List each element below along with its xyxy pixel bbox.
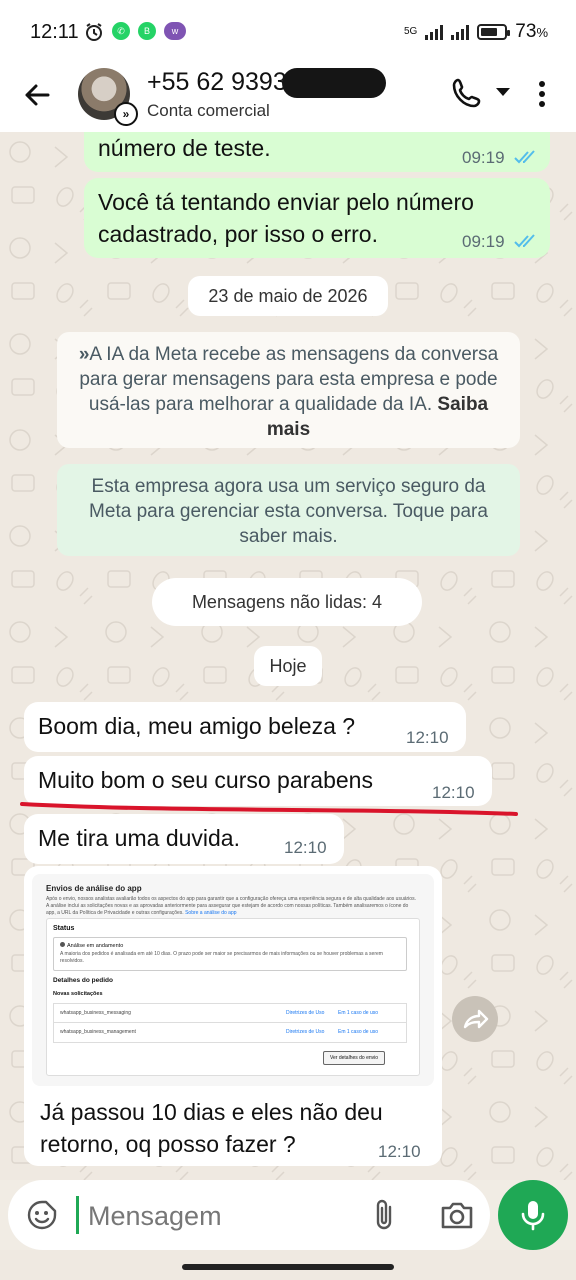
status-bar: 12:11 ✆ B w 5G 73% bbox=[0, 0, 576, 64]
table-row: whatsapp_business_messaging Diretrizes d… bbox=[54, 1004, 406, 1023]
signal-icon-2 bbox=[451, 24, 470, 40]
woo-icon: w bbox=[164, 22, 186, 40]
read-receipt-icon bbox=[514, 234, 535, 248]
row-permission: whatsapp_business_messaging bbox=[60, 1010, 131, 1016]
forward-button[interactable] bbox=[452, 996, 498, 1042]
more-options-icon[interactable] bbox=[538, 80, 546, 108]
battery-percent: 73% bbox=[515, 21, 548, 43]
message-time: 09:19 bbox=[462, 232, 505, 251]
attach-clip-icon[interactable] bbox=[370, 1198, 400, 1232]
row-permission: whatsapp_business_management bbox=[60, 1029, 136, 1035]
battery-value: 73 bbox=[515, 21, 537, 42]
shot-card: Status Análise em andamento A maioria do… bbox=[46, 918, 420, 1076]
shot-status-label: Análise em andamento bbox=[60, 942, 123, 949]
incoming-message[interactable]: Muito bom o seu curso parabens bbox=[24, 756, 492, 806]
message-time: 12:10 bbox=[284, 838, 327, 857]
battery-unit: % bbox=[536, 25, 548, 40]
row-policy-link[interactable]: Diretrizes de Uso bbox=[286, 1029, 324, 1035]
forward-icon bbox=[463, 1009, 489, 1029]
signal-icon bbox=[425, 24, 444, 40]
back-arrow-icon[interactable] bbox=[20, 78, 54, 112]
message-time: 09:19 bbox=[462, 148, 505, 167]
business-ai-badge-icon: » bbox=[114, 102, 138, 126]
contact-name[interactable]: +55 62 9393 bbox=[147, 68, 287, 97]
message-text: Muito bom o seu curso parabens bbox=[38, 767, 373, 793]
message-caption: Já passou 10 dias e eles não deu retorno… bbox=[40, 1099, 383, 1157]
message-time: 12:10 bbox=[378, 1142, 421, 1161]
row-cases-link[interactable]: Em 1 caso de uso bbox=[338, 1010, 378, 1016]
gesture-home-bar[interactable] bbox=[182, 1264, 394, 1270]
call-dropdown-icon[interactable] bbox=[496, 88, 510, 96]
shot-status-box: Análise em andamento A maioria dos pedid… bbox=[53, 937, 407, 971]
microphone-icon bbox=[521, 1201, 545, 1231]
message-text: número de teste. bbox=[98, 135, 271, 161]
shot-status-heading: Status bbox=[53, 925, 75, 932]
voice-message-button[interactable] bbox=[498, 1180, 568, 1250]
message-text: Boom dia, meu amigo beleza ? bbox=[38, 713, 356, 739]
status-time: 12:11 bbox=[30, 21, 79, 43]
chat-header: » +55 62 9393 Conta comercial bbox=[0, 64, 576, 132]
contact-subtitle[interactable]: Conta comercial bbox=[147, 101, 270, 121]
text-cursor bbox=[76, 1196, 79, 1234]
meta-ai-notice-text: A IA da Meta recebe as mensagens da conv… bbox=[79, 344, 499, 415]
secure-service-notice[interactable]: Esta empresa agora usa um serviço seguro… bbox=[57, 464, 520, 556]
shot-status-detail: A maioria dos pedidos é analisada em até… bbox=[60, 951, 383, 964]
phone-call-icon[interactable] bbox=[450, 76, 484, 110]
incoming-message[interactable]: Boom dia, meu amigo beleza ? bbox=[24, 702, 466, 752]
shared-screenshot-image[interactable]: Envios de análise do app Após o envio, n… bbox=[32, 874, 434, 1086]
shot-intro-link[interactable]: Sobre a análise do app bbox=[185, 910, 236, 916]
shot-new-requests-heading: Novas solicitações bbox=[53, 991, 103, 997]
today-pill: Hoje bbox=[254, 646, 322, 686]
row-policy-link[interactable]: Diretrizes de Uso bbox=[286, 1010, 324, 1016]
shot-table: whatsapp_business_messaging Diretrizes d… bbox=[53, 1003, 407, 1043]
message-composer bbox=[8, 1180, 490, 1250]
unread-messages-pill: Mensagens não lidas: 4 bbox=[152, 578, 422, 626]
read-receipt-icon bbox=[514, 150, 535, 164]
meta-ai-icon: » bbox=[78, 344, 90, 365]
shot-view-details-button[interactable]: Ver detalhes do envio bbox=[323, 1051, 385, 1065]
status-app-icons: ✆ B w bbox=[84, 22, 186, 42]
network-label: 5G bbox=[403, 26, 418, 37]
shot-title: Envios de análise do app bbox=[46, 884, 142, 893]
redaction-mark bbox=[282, 68, 386, 98]
clock-icon bbox=[86, 23, 102, 41]
row-cases-link[interactable]: Em 1 caso de uso bbox=[338, 1029, 378, 1035]
table-row: whatsapp_business_management Diretrizes … bbox=[54, 1023, 406, 1041]
message-input[interactable] bbox=[86, 1196, 370, 1236]
shot-intro: Após o envio, nossos analistas avaliarão… bbox=[46, 896, 418, 917]
status-check-icon bbox=[60, 942, 65, 947]
shot-details-heading: Detalhes do pedido bbox=[53, 977, 113, 984]
battery-icon bbox=[477, 24, 511, 40]
meta-ai-notice[interactable]: »A IA da Meta recebe as mensagens da con… bbox=[57, 332, 520, 448]
status-right: 5G 73% bbox=[404, 21, 548, 43]
whatsapp-business-icon: B bbox=[138, 22, 156, 40]
shot-status-label-text: Análise em andamento bbox=[67, 943, 124, 949]
camera-icon[interactable] bbox=[440, 1200, 474, 1230]
chat-area[interactable]: número de teste. 09:19 Você tá tentando … bbox=[0, 132, 576, 1180]
message-text: Me tira uma duvida. bbox=[38, 825, 240, 851]
message-time: 12:10 bbox=[406, 728, 449, 747]
date-pill: 23 de maio de 2026 bbox=[188, 276, 388, 316]
whatsapp-icon: ✆ bbox=[112, 22, 130, 40]
emoji-sticker-icon[interactable] bbox=[26, 1199, 58, 1231]
